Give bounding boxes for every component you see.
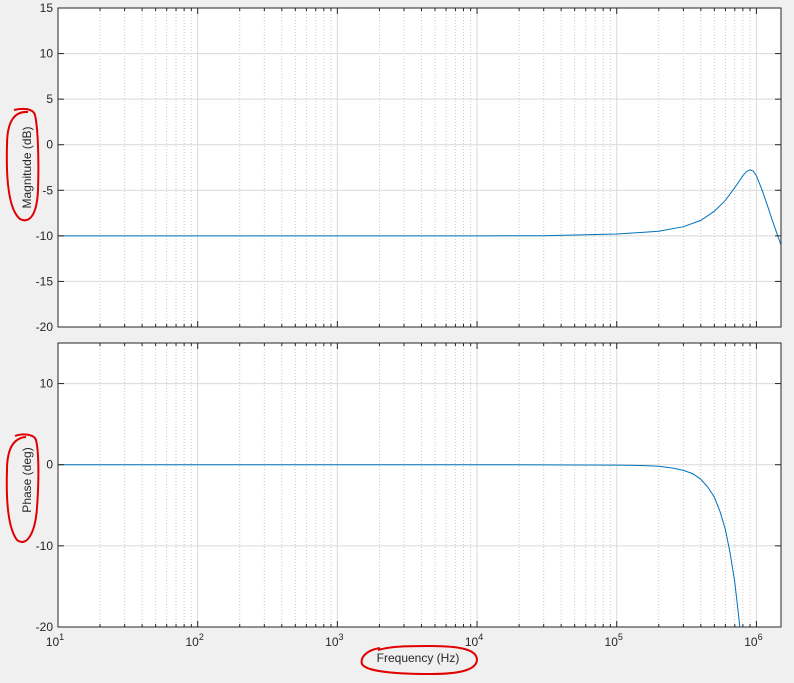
- x-tick-label-exponent: 3: [339, 632, 344, 642]
- y-tick-label: 5: [46, 92, 53, 106]
- x-tick-label-exponent: 2: [199, 632, 204, 642]
- bode-plot-figure: 15 10 5 0 -5 -10 -15 -20 Magnitude (dB) 10 0 -10-…: [0, 0, 794, 678]
- x-tick-label-exponent: 6: [758, 632, 763, 642]
- y-tick-label: -10: [36, 539, 54, 553]
- x-tick-label-exponent: 1: [59, 632, 64, 642]
- x-tick-label-exponent: 5: [618, 632, 623, 642]
- y-tick-label: -5: [42, 183, 53, 197]
- y-tick-label: -10: [36, 229, 54, 243]
- x-tick-label-exponent: 4: [478, 632, 483, 642]
- y-tick-label: -20: [36, 320, 54, 334]
- y-tick-label: 15: [40, 1, 54, 15]
- magnitude-axis-label: Magnitude (dB): [20, 126, 34, 208]
- y-tick-label: 0: [46, 138, 53, 152]
- y-tick-label: -20: [36, 620, 54, 634]
- bode-plot-canvas: 151050-5-10-15-20 Magnitude (dB) 100-10-…: [0, 0, 794, 678]
- magnitude-axes: 15 10 5 0 -5 -10 -15 -20 Magnitude (dB): [20, 1, 782, 334]
- phase-axis-label: Phase (deg): [20, 447, 34, 512]
- y-tick-label: 10: [40, 377, 54, 391]
- phase-axes: 100-10-20 101 102 103 104 105 106 Phase (deg)…: [20, 342, 782, 665]
- y-tick-label: -15: [36, 274, 54, 288]
- frequency-axis-label: Frequency (Hz): [377, 651, 460, 665]
- y-tick-label: 0: [46, 458, 53, 472]
- y-tick-label: 10: [40, 47, 54, 61]
